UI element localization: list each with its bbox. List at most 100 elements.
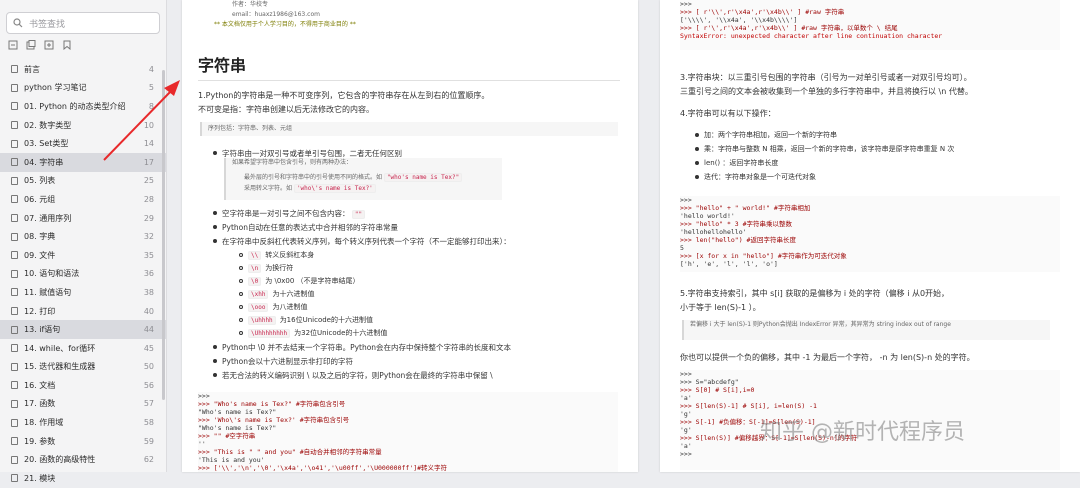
quote-item-b-code: 'who\'s name is Tex?' [293, 184, 376, 193]
collapse-all-icon[interactable] [26, 40, 36, 50]
code-line: >>> [x for x in "hello"] #字符串作为可迭代对象 [680, 252, 847, 260]
bullet-empty-string-code: "" [351, 210, 366, 219]
toc-item-page: 56 [143, 380, 154, 390]
bookmark-icon[interactable] [62, 40, 72, 50]
toc-item-page: 38 [143, 287, 154, 297]
toc-item[interactable]: 04. 字符串 17 [0, 152, 166, 172]
page-icon [11, 251, 18, 260]
toc-item[interactable]: 13. if语句 44 [0, 320, 166, 339]
toc-item-page: 8 [148, 101, 154, 111]
bullet-auto-concat: Python自动在任意的表达式中合并相邻的字符串常量 [213, 223, 398, 232]
toc-item-page: 25 [143, 176, 154, 186]
bullet-hex-display: Python会以十六进制显示非打印的字符 [213, 357, 353, 366]
toc-item[interactable]: 05. 列表 25 [0, 172, 166, 191]
page-icon [11, 232, 18, 241]
toc-item[interactable]: 12. 打印 40 [0, 302, 166, 321]
quote-item-a-code: "who's name is Tex?" [383, 173, 463, 182]
toc-item-page: 5 [148, 83, 154, 93]
code-line: >>> "hello" * 3 #字符串乘以整数 [680, 220, 793, 228]
toc-item-page: 57 [143, 399, 154, 409]
page-icon [11, 121, 18, 130]
toc-item[interactable]: 02. 数字类型 10 [0, 116, 166, 135]
search-placeholder: 书签查找 [29, 19, 66, 30]
page-icon [11, 139, 18, 148]
toc-item-label: 18. 作用域 [24, 418, 64, 428]
escape-item: \xhh 为十六进制值 [238, 289, 315, 299]
toc-item[interactable]: 17. 函数 57 [0, 395, 166, 414]
escape-text: 为换行符 [265, 264, 294, 272]
bullet-keep-backslash: 若无合法的转义编码识别 \ 以及之后的字符，则Python会在最终的字符串中保留… [213, 371, 493, 380]
toc-item[interactable]: 15. 迭代器和生成器 50 [0, 358, 166, 377]
code-line: >>> S="abcdefg" [680, 378, 739, 386]
toc-item-label: 15. 迭代器和生成器 [24, 362, 96, 372]
escape-item: \uhhhh 为16位Unicode的十六进制值 [239, 315, 373, 325]
page-icon [11, 214, 18, 223]
toc-item-label: 16. 文档 [24, 380, 56, 390]
toc-item-page: 62 [143, 455, 154, 465]
bookmark-sidebar: 书签查找 前言 4 python 学习笔记 5 01. Python 的动态类型介绍 8 0… [0, 0, 167, 483]
toc-item[interactable]: 09. 文件 35 [0, 246, 166, 265]
toc-item[interactable]: 14. while、for循环 45 [0, 339, 166, 358]
code-block-strings: >>> >>> "Who's name is Tex?" #字符串包含引号 "Who… [198, 392, 618, 472]
page-icon [11, 399, 18, 408]
page-icon [11, 344, 18, 353]
toc-item[interactable]: 16. 文档 56 [0, 376, 166, 395]
quote-sequence: 序列包括：字符串、列表、元组 [200, 122, 618, 136]
paragraph-2: 不可变是指：字符串创建以后无法修改它的内容。 [198, 105, 374, 114]
toc-item[interactable]: python 学习笔记 5 [0, 79, 166, 98]
escape-text: 为 \0x00 （不是字符串结尾） [265, 277, 360, 285]
bookmark-list: 前言 4 python 学习笔记 5 01. Python 的动态类型介绍 8 02. 数字… [0, 60, 166, 488]
toc-item-page: 45 [143, 343, 154, 353]
toc-item-page: 35 [143, 250, 154, 260]
toc-item[interactable]: 08. 字典 32 [0, 227, 166, 246]
escape-item: \n 为换行符 [238, 263, 294, 273]
escape-code: \n [248, 264, 262, 273]
code-line: >>> [680, 370, 692, 378]
toc-item[interactable]: 07. 通用序列 29 [0, 209, 166, 228]
bullet-empty-string: 空字符串是一对引号之间不包含内容： "" [212, 208, 366, 219]
toc-item[interactable]: 20. 函数的高级特性 62 [0, 450, 166, 469]
quote-item-a: 最外层的引号和字符串中的引号使用不同的格式。如 "who's name is T… [232, 172, 502, 183]
code-block-raw-strings: >>> >>> [ r'\\',r'\x4a',r'\x4b\\' ] #raw … [680, 0, 1060, 50]
operation-item: 乘：字符串与整数 N 相乘，返回一个新的字符串，该字符串是原字符串重复 N 次 [694, 145, 955, 153]
operation-item: 加：两个字符串相加，返回一个新的字符串 [695, 131, 837, 139]
escape-code: \uhhhh [248, 316, 276, 325]
sidebar-scrollbar[interactable] [162, 70, 165, 400]
toc-item-label: 05. 列表 [24, 176, 56, 186]
toc-item[interactable]: 19. 参数 59 [0, 432, 166, 451]
code-line: >>> S[len(S)-1] # S[i], i=len(S) -1 [680, 402, 817, 410]
page-icon [11, 269, 18, 278]
escape-item: \Uhhhhhhhh 为32位Unicode的十六进制值 [238, 328, 387, 338]
bullet-empty-string-text: 空字符串是一对引号之间不包含内容： [222, 209, 350, 218]
page-icon [11, 362, 18, 371]
toc-item-page: 44 [143, 325, 154, 335]
code-line: >>> "This is " " and you" #自动合并相邻的字符串常量 [198, 448, 382, 456]
toc-item-page: 36 [143, 269, 154, 279]
toc-item[interactable]: 10. 语句和语法 36 [0, 265, 166, 284]
expand-all-icon[interactable] [8, 40, 18, 50]
page-icon [11, 474, 18, 483]
toc-item-label: 14. while、for循环 [24, 343, 96, 353]
toc-item-label: python 学习笔记 [24, 83, 87, 93]
escape-code: \Uhhhhhhhh [248, 329, 291, 338]
bookmark-search-input[interactable]: 书签查找 [6, 12, 160, 34]
toc-item-page: 40 [143, 306, 154, 316]
toc-item[interactable]: 11. 赋值语句 38 [0, 283, 166, 302]
code-line: >>> S[0] # S[i],i=0 [680, 386, 755, 394]
toc-item[interactable]: 前言 4 [0, 60, 166, 79]
escape-text: 为十六进制值 [272, 290, 315, 298]
toc-item[interactable]: 03. Set类型 14 [0, 134, 166, 153]
add-bookmark-icon[interactable] [44, 40, 54, 50]
toc-item[interactable]: 06. 元组 28 [0, 190, 166, 209]
escape-code: \xhh [248, 290, 269, 299]
code-line: >>> 'Who\'s name is Tex?' #字符串包含引号 [198, 416, 350, 424]
toc-item[interactable]: 01. Python 的动态类型介绍 8 [0, 97, 166, 116]
toc-item-label: 11. 赋值语句 [24, 287, 72, 297]
quote-index-error-text: 若偏移 i 大于 len(S)-1 则Python会抛出 IndexError … [690, 321, 951, 328]
code-line: 'a' [680, 394, 692, 402]
toc-item[interactable]: 18. 作用域 58 [0, 413, 166, 432]
escape-code: \0 [248, 277, 262, 286]
page-icon [11, 158, 18, 167]
page-icon [11, 381, 18, 390]
document-page-left: 作者：华校专 email：huaxz1986@163.com ** 本文档仅用于… [182, 0, 638, 472]
